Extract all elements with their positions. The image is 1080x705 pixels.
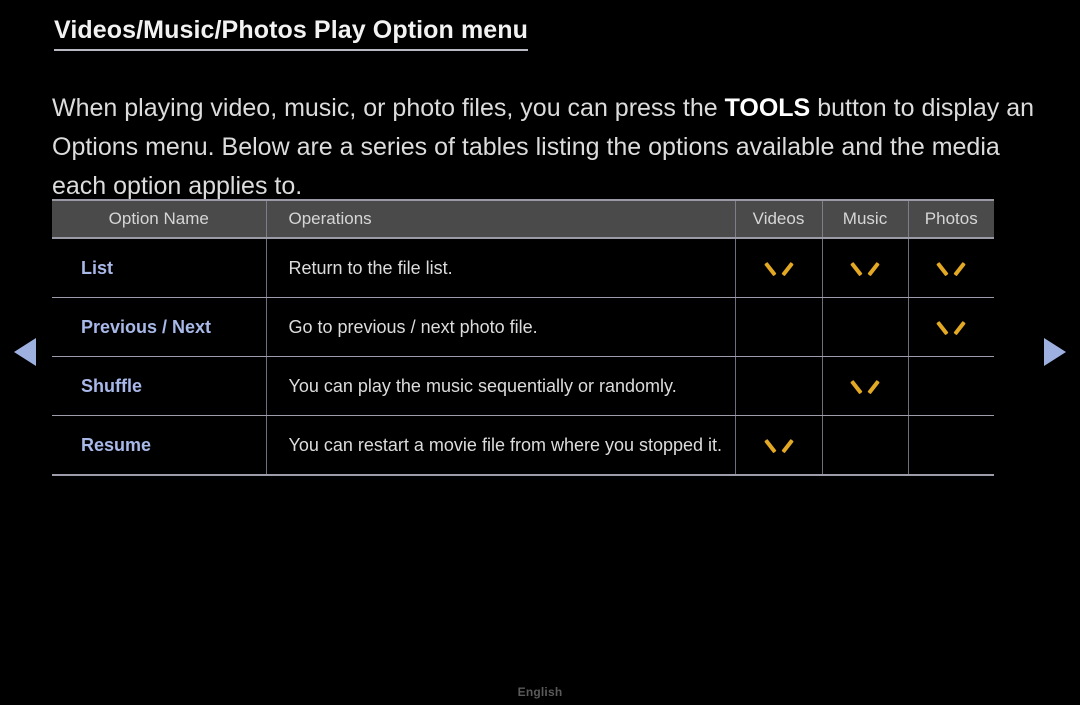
supports-videos-cell xyxy=(735,238,823,298)
table-header-row: Option Name Operations Videos Music Phot… xyxy=(52,199,994,239)
option-name-cell: List xyxy=(52,238,267,298)
supports-photos-cell xyxy=(908,297,994,357)
empty-cell-marker xyxy=(766,312,792,338)
empty-cell-marker xyxy=(766,371,792,397)
supports-videos-cell xyxy=(735,356,823,416)
column-header-option-name: Option Name xyxy=(52,199,266,239)
table-body: List Return to the file list. Previous / N… xyxy=(52,238,994,476)
chevron-down-check-icon xyxy=(938,312,964,338)
tools-button-keyword: TOOLS xyxy=(724,94,811,122)
supports-music-cell xyxy=(822,238,909,298)
column-header-videos: Videos xyxy=(734,199,822,239)
column-header-operations: Operations xyxy=(265,199,735,239)
table-row: List Return to the file list. xyxy=(52,238,994,298)
chevron-down-check-icon xyxy=(852,371,878,397)
play-option-table: Option Name Operations Videos Music Phot… xyxy=(52,199,994,476)
operation-description-cell: Return to the file list. xyxy=(266,238,736,298)
supports-photos-cell xyxy=(908,415,994,476)
operation-description-cell: Go to previous / next photo file. xyxy=(266,297,736,357)
supports-music-cell xyxy=(822,297,909,357)
column-header-music: Music xyxy=(821,199,908,239)
table-row: Resume You can restart a movie file from … xyxy=(52,415,994,476)
option-name-cell: Previous / Next xyxy=(52,297,267,357)
intro-paragraph: When playing video, music, or photo file… xyxy=(52,89,1037,206)
table-row: Shuffle You can play the music sequential… xyxy=(52,356,994,416)
chevron-down-check-icon xyxy=(766,430,792,456)
supports-music-cell xyxy=(822,356,909,416)
triangle-left-icon[interactable] xyxy=(14,338,36,366)
table-row: Previous / Next Go to previous / next pho… xyxy=(52,297,994,357)
table-header: Option Name Operations Videos Music Phot… xyxy=(52,199,994,239)
supports-photos-cell xyxy=(908,356,994,416)
chevron-down-check-icon xyxy=(766,253,792,279)
page-title: Videos/Music/Photos Play Option menu xyxy=(54,16,529,51)
empty-cell-marker xyxy=(852,312,878,338)
supports-videos-cell xyxy=(735,415,823,476)
intro-text-before: When playing video, music, or photo file… xyxy=(52,94,725,122)
operation-description-cell: You can play the music sequentially or r… xyxy=(266,356,736,416)
triangle-right-icon[interactable] xyxy=(1044,338,1066,366)
supports-videos-cell xyxy=(735,297,823,357)
supports-music-cell xyxy=(822,415,909,476)
empty-cell-marker xyxy=(938,371,964,397)
option-name-cell: Shuffle xyxy=(52,356,267,416)
option-name-cell: Resume xyxy=(52,415,267,476)
empty-cell-marker xyxy=(852,430,878,456)
operation-description-cell: You can restart a movie file from where … xyxy=(266,415,736,476)
chevron-down-check-icon xyxy=(938,253,964,279)
empty-cell-marker xyxy=(938,430,964,456)
chevron-down-check-icon xyxy=(852,253,878,279)
column-header-photos: Photos xyxy=(907,199,994,239)
footer-language-label: English xyxy=(517,685,563,699)
supports-photos-cell xyxy=(908,238,994,298)
